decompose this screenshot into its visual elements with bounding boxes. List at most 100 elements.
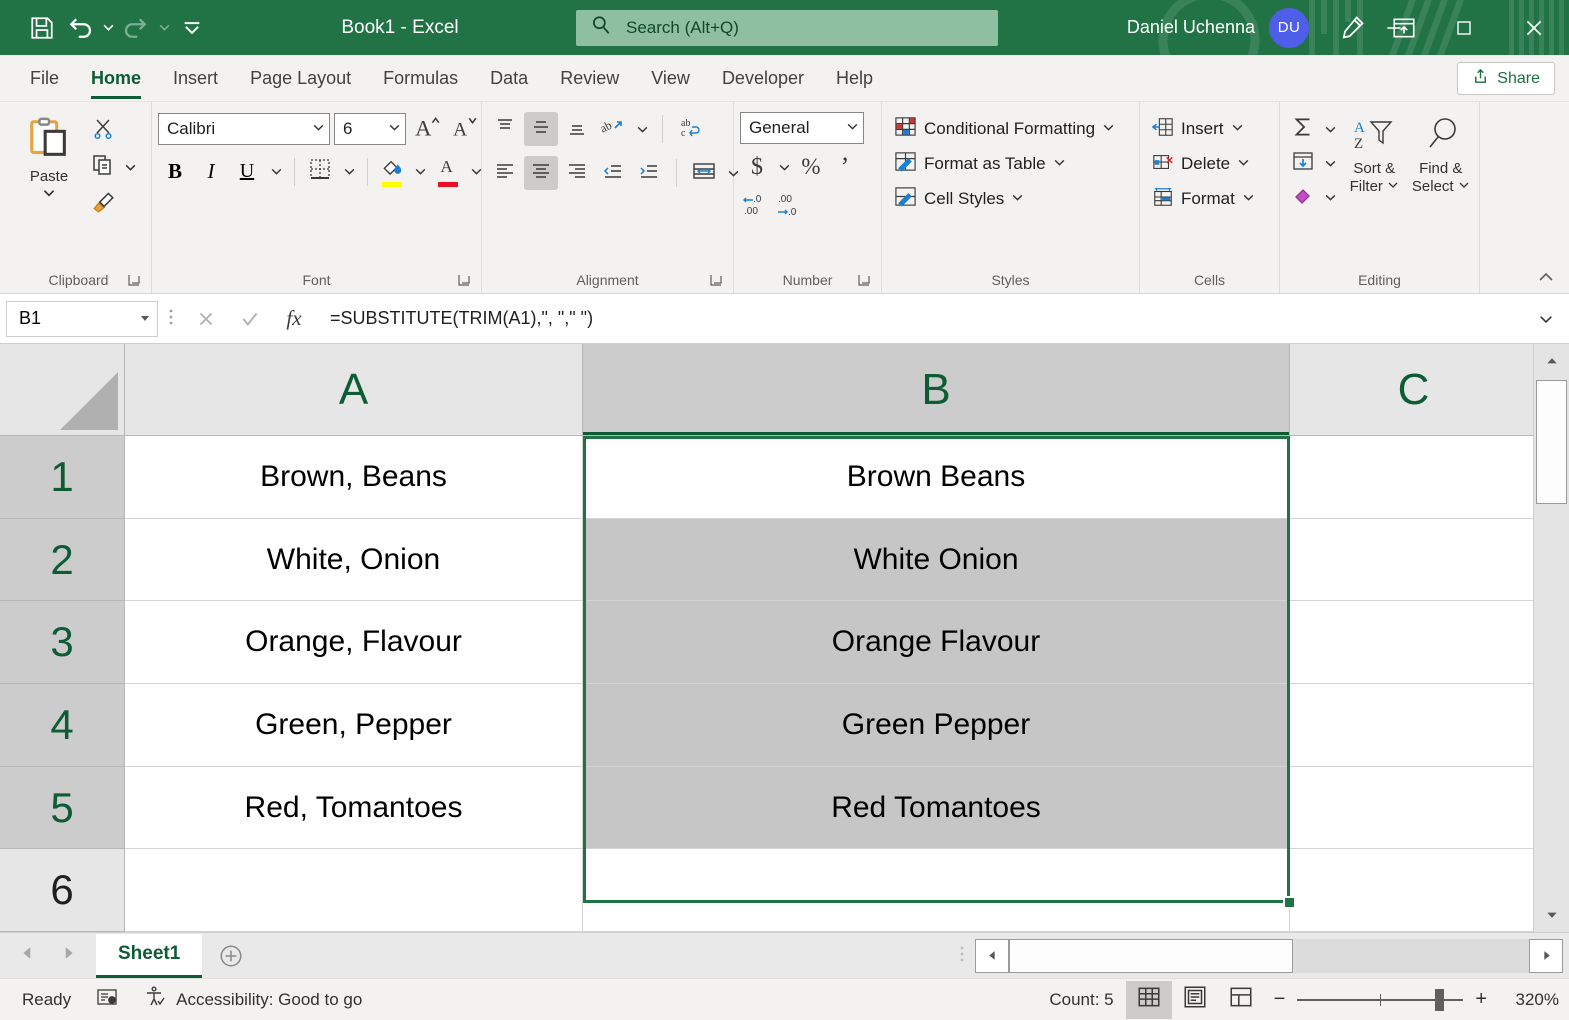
select-all-button[interactable] bbox=[0, 344, 125, 436]
formula-input[interactable]: =SUBSTITUTE(TRIM(A1),", "," ") bbox=[316, 300, 1529, 338]
sheet-tab-sheet1[interactable]: Sheet1 bbox=[96, 934, 202, 978]
number-format-select[interactable]: General bbox=[740, 112, 864, 144]
insert-cells-button[interactable]: Insert bbox=[1146, 112, 1250, 146]
italic-button[interactable]: I bbox=[194, 155, 228, 189]
row-header-5[interactable]: 5 bbox=[0, 767, 125, 850]
cell-b2[interactable]: White Onion bbox=[583, 519, 1290, 602]
page-break-preview-button[interactable] bbox=[1218, 981, 1264, 1019]
formula-bar-grip[interactable] bbox=[158, 308, 184, 330]
add-sheet-button[interactable] bbox=[202, 943, 260, 969]
cell-c6[interactable] bbox=[1290, 849, 1533, 932]
cell-styles-chevron-down-icon[interactable] bbox=[1011, 189, 1024, 209]
align-center-button[interactable] bbox=[524, 156, 558, 190]
maximize-button[interactable] bbox=[1429, 0, 1499, 55]
cell-b4[interactable]: Green Pepper bbox=[583, 684, 1290, 767]
row-header-1[interactable]: 1 bbox=[0, 436, 125, 519]
cell-c4[interactable] bbox=[1290, 684, 1533, 767]
vertical-scroll-track[interactable] bbox=[1534, 378, 1569, 898]
save-button[interactable] bbox=[24, 10, 60, 46]
text-orientation-chevron-down-icon[interactable] bbox=[632, 114, 652, 144]
zoom-slider-track[interactable] bbox=[1297, 999, 1463, 1001]
number-format-chevron-down-icon[interactable] bbox=[840, 118, 859, 138]
tab-review[interactable]: Review bbox=[544, 56, 635, 101]
cell-b3[interactable]: Orange Flavour bbox=[583, 601, 1290, 684]
undo-button[interactable] bbox=[62, 10, 98, 46]
cell-a1[interactable]: Brown, Beans bbox=[125, 436, 583, 519]
accounting-chevron-down-icon[interactable] bbox=[774, 152, 794, 182]
paste-chevron-down-icon[interactable] bbox=[42, 186, 56, 205]
cell-a5[interactable]: Red, Tomantoes bbox=[125, 767, 583, 850]
tab-insert[interactable]: Insert bbox=[157, 56, 234, 101]
cell-a4[interactable]: Green, Pepper bbox=[125, 684, 583, 767]
expand-formula-bar-button[interactable] bbox=[1529, 300, 1563, 338]
redo-button[interactable] bbox=[118, 10, 154, 46]
clear-button[interactable] bbox=[1286, 180, 1320, 214]
row-header-3[interactable]: 3 bbox=[0, 601, 125, 684]
insert-cells-chevron-down-icon[interactable] bbox=[1231, 119, 1244, 139]
cell-b5[interactable]: Red Tomantoes bbox=[583, 767, 1290, 850]
cell-c2[interactable] bbox=[1290, 519, 1533, 602]
tab-help[interactable]: Help bbox=[820, 56, 889, 101]
sort-and-filter-chevron-down-icon[interactable] bbox=[1387, 178, 1399, 195]
font-name-chevron-down-icon[interactable] bbox=[306, 119, 325, 139]
tab-data[interactable]: Data bbox=[474, 56, 544, 101]
copy-chevron-down-icon[interactable] bbox=[120, 152, 140, 182]
tab-developer[interactable]: Developer bbox=[706, 56, 820, 101]
bold-button[interactable]: B bbox=[158, 155, 192, 189]
horizontal-scroll-track[interactable] bbox=[1009, 939, 1529, 973]
redo-dropdown-chevron-down-icon[interactable] bbox=[156, 10, 172, 46]
fill-color-button[interactable] bbox=[376, 154, 408, 189]
scroll-up-button[interactable] bbox=[1534, 344, 1569, 378]
fill-button[interactable] bbox=[1286, 146, 1320, 180]
align-left-button[interactable] bbox=[488, 156, 522, 190]
tab-file[interactable]: File bbox=[14, 56, 75, 101]
number-dialog-launcher[interactable] bbox=[855, 271, 873, 289]
increase-decimal-button[interactable]: .00.0 bbox=[774, 190, 808, 224]
font-dialog-launcher[interactable] bbox=[455, 271, 473, 289]
format-cells-chevron-down-icon[interactable] bbox=[1242, 189, 1255, 209]
normal-view-button[interactable] bbox=[1126, 981, 1172, 1019]
row-header-2[interactable]: 2 bbox=[0, 519, 125, 602]
fill-handle[interactable] bbox=[1283, 896, 1296, 909]
underline-chevron-down-icon[interactable] bbox=[266, 157, 286, 187]
record-macro-button[interactable] bbox=[83, 981, 131, 1019]
horizontal-scroll-thumb[interactable] bbox=[1009, 939, 1293, 973]
find-and-select-chevron-down-icon[interactable] bbox=[1458, 178, 1470, 195]
font-size-chevron-down-icon[interactable] bbox=[382, 119, 401, 139]
accounting-number-format-button[interactable]: $ bbox=[740, 150, 774, 184]
conditional-formatting-chevron-down-icon[interactable] bbox=[1102, 119, 1115, 139]
font-color-button[interactable]: A bbox=[432, 154, 464, 189]
increase-indent-button[interactable] bbox=[632, 156, 666, 190]
underline-button[interactable]: U bbox=[230, 155, 264, 189]
insert-function-button[interactable]: fx bbox=[272, 300, 316, 338]
column-header-b[interactable]: B bbox=[583, 344, 1290, 436]
column-header-c[interactable]: C bbox=[1290, 344, 1533, 436]
fill-chevron-down-icon[interactable] bbox=[1320, 148, 1340, 178]
next-sheet-icon[interactable] bbox=[60, 945, 76, 966]
decrease-decimal-button[interactable]: .0.00 bbox=[740, 190, 774, 224]
autosum-chevron-down-icon[interactable] bbox=[1320, 114, 1340, 144]
font-size-input[interactable]: 6 bbox=[334, 113, 406, 145]
borders-chevron-down-icon[interactable] bbox=[339, 157, 359, 187]
search-input[interactable]: Search (Alt+Q) bbox=[576, 10, 998, 46]
cell-c1[interactable] bbox=[1290, 436, 1533, 519]
fill-color-chevron-down-icon[interactable] bbox=[410, 157, 430, 187]
delete-cells-chevron-down-icon[interactable] bbox=[1237, 154, 1250, 174]
comma-style-button[interactable]: ’ bbox=[828, 150, 862, 184]
cell-b1[interactable]: Brown Beans bbox=[583, 436, 1290, 519]
alignment-dialog-launcher[interactable] bbox=[707, 271, 725, 289]
cell-c5[interactable] bbox=[1290, 767, 1533, 850]
zoom-slider-thumb[interactable] bbox=[1435, 989, 1444, 1011]
tab-page-layout[interactable]: Page Layout bbox=[234, 56, 367, 101]
horizontal-scrollbar[interactable] bbox=[975, 939, 1563, 973]
close-button[interactable] bbox=[1499, 0, 1569, 55]
row-header-4[interactable]: 4 bbox=[0, 684, 125, 767]
cell-styles-button[interactable]: Cell Styles bbox=[888, 182, 1030, 216]
decrease-font-size-button[interactable]: A bbox=[448, 112, 482, 146]
customize-quick-access-toolbar-button[interactable] bbox=[174, 10, 210, 46]
tab-formulas[interactable]: Formulas bbox=[367, 56, 474, 101]
cancel-formula-button[interactable] bbox=[184, 300, 228, 338]
paste-button[interactable]: Paste bbox=[12, 112, 86, 207]
clipboard-dialog-launcher[interactable] bbox=[125, 271, 143, 289]
sort-and-filter-button[interactable]: A Z Sort & Filter bbox=[1342, 112, 1407, 197]
